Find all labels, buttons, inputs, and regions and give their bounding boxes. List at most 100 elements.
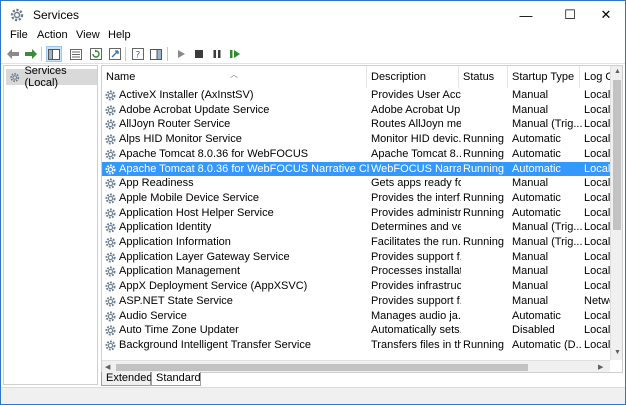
status-bar [1,387,625,404]
cell-status [463,250,509,265]
close-button[interactable]: ✕ [584,1,626,29]
cell-name: Application Information [119,236,231,248]
scroll-right-icon[interactable]: ▶ [598,363,603,371]
menu-action[interactable]: Action [37,28,68,45]
service-gear-icon [105,340,116,351]
toolbar-separator [41,47,42,61]
scroll-up-icon[interactable]: ▲ [614,68,621,75]
service-gear-icon [105,178,116,189]
show-action-pane-button[interactable] [148,46,164,62]
table-row[interactable]: AllJoyn Router Service Routes AllJoyn me.… [102,117,610,132]
horizontal-scroll-thumb[interactable] [116,364,528,371]
vertical-scrollbar[interactable]: ▲ ▼ [610,66,622,360]
service-gear-icon [105,119,116,130]
column-header-startup-type[interactable]: Startup Type [508,66,580,88]
table-row[interactable]: Apple Mobile Device Service Provides the … [102,191,610,206]
cell-log-on-as: Local Sy [584,147,610,160]
cell-description: Provides support f... [371,294,461,307]
column-header-name[interactable]: Name ︿ [102,66,367,88]
cell-startup-type: Manual [512,103,549,116]
cell-startup-type: Manual (Trig... [512,236,582,248]
vertical-scroll-thumb[interactable] [613,80,621,230]
cell-log-on-as: Local Sy [584,206,610,219]
cell-status: Running [463,191,504,204]
cell-startup-type: Manual [512,89,549,101]
menu-view[interactable]: View [76,28,100,45]
sort-ascending-icon: ︿ [230,70,238,79]
cell-name: Apple Mobile Device Service [119,191,260,204]
refresh-button[interactable] [88,46,104,62]
table-row[interactable]: App Readiness Gets apps ready fo... Manual… [102,176,610,191]
table-row[interactable]: Apache Tomcat 8.0.36 for WebFOCUS Apache … [102,147,610,162]
service-gear-icon [105,134,116,145]
tab-standard[interactable]: Standard [151,372,201,386]
help-button[interactable]: ? [130,46,146,62]
cell-status [463,88,509,103]
menu-file[interactable]: File [10,28,28,45]
service-gear-icon [105,163,116,175]
cell-log-on-as: Netwo [584,294,610,307]
table-row[interactable]: AppX Deployment Service (AppXSVC) Provide… [102,279,610,294]
table-row[interactable]: Apache Tomcat 8.0.36 for WebFOCUS Narrat… [102,161,610,177]
cell-description: Processes installati... [371,265,461,278]
table-row[interactable]: Alps HID Monitor Service Monitor HID devi… [102,132,610,147]
cell-log-on-as: Local Sy [584,338,610,351]
cell-log-on-as: Local Sy [584,89,610,101]
minimize-button[interactable]: — [504,1,548,29]
table-row[interactable]: Adobe Acrobat Update Service Adobe Acroba… [102,103,610,118]
cell-status [463,264,509,279]
table-row[interactable]: Audio Service Manages audio ja... Automati… [102,309,610,324]
console-tree-pane: Services (Local) [3,65,98,385]
cell-status [463,176,509,191]
cell-status: Running [463,133,504,146]
service-gear-icon [105,310,116,322]
pause-service-button[interactable] [209,46,225,62]
cell-status [463,309,509,324]
cell-status [463,294,509,309]
table-row[interactable]: Application Management Processes installa… [102,264,610,279]
restart-icon [230,50,240,58]
cell-status [463,323,509,338]
scroll-down-icon[interactable]: ▼ [614,349,621,356]
back-button[interactable] [5,46,21,62]
cell-name: Application Layer Gateway Service [119,250,290,263]
table-row[interactable]: Application Identity Determines and ve...… [102,220,610,235]
cell-description: WebFOCUS Narra... [371,162,461,175]
cell-startup-type: Automatic [512,309,561,322]
export-list-button[interactable] [107,46,123,62]
stop-service-button[interactable] [191,46,207,62]
cell-log-on-as: Local Sy [584,265,610,278]
column-header-status[interactable]: Status [459,66,508,88]
view-tabs: Extended Standard [101,372,623,386]
service-gear-icon [105,237,116,248]
cell-startup-type: Automatic [512,191,561,204]
window-title: Services [33,8,80,22]
cell-description: Manages audio ja... [371,309,461,322]
stop-icon [195,50,203,58]
cell-startup-type: Disabled [512,324,555,337]
cell-name: Application Identity [119,221,212,234]
table-row[interactable]: Auto Time Zone Updater Automatically sets… [102,323,610,338]
table-row[interactable]: Background Intelligent Transfer Service T… [102,338,610,353]
table-row[interactable]: ASP.NET State Service Provides support f.… [102,294,610,309]
column-header-description[interactable]: Description [367,66,459,88]
table-row[interactable]: Application Information Facilitates the r… [102,235,610,250]
cell-name: Background Intelligent Transfer Service [119,338,311,351]
tab-extended[interactable]: Extended [101,372,152,386]
menu-help[interactable]: Help [108,28,131,45]
restart-service-button[interactable] [227,46,243,62]
help-icon: ? [132,48,144,60]
service-gear-icon [105,193,116,204]
cell-name: Apache Tomcat 8.0.36 for WebFOCUS [119,147,309,160]
scroll-left-icon[interactable]: ◀ [105,363,110,371]
properties-view-button[interactable] [68,46,84,62]
cell-log-on-as: Local Sy [584,133,610,146]
show-hide-console-tree-button[interactable] [46,46,62,62]
table-row[interactable]: ActiveX Installer (AxInstSV) Provides Use… [102,88,610,103]
forward-button[interactable] [23,46,39,62]
table-row[interactable]: Application Layer Gateway Service Provide… [102,250,610,265]
table-row[interactable]: Application Host Helper Service Provides … [102,206,610,221]
cell-log-on-as: Local Sy [584,191,610,204]
tree-item-services-local[interactable]: Services (Local) [6,65,97,89]
start-service-button[interactable] [173,46,189,62]
